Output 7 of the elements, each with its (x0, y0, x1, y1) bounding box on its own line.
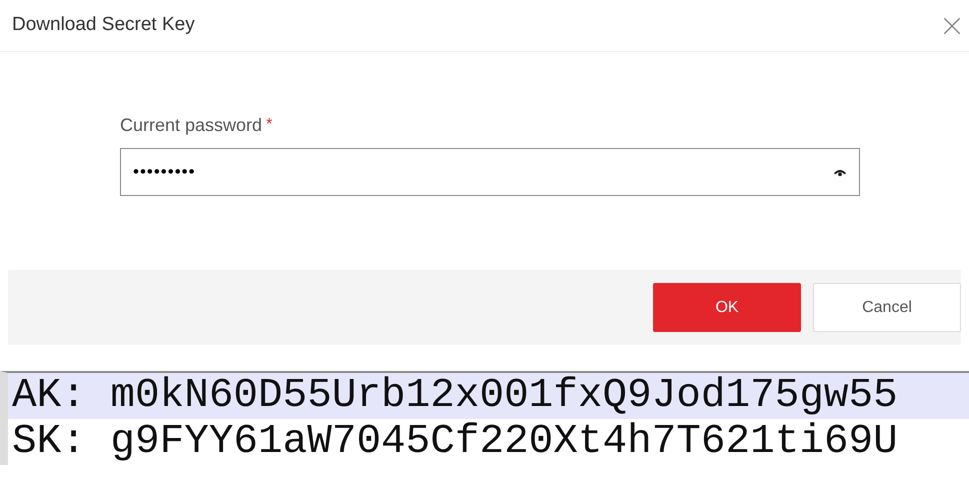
eye-icon[interactable] (833, 168, 847, 176)
field-label: Current password (120, 114, 262, 137)
password-field[interactable]: ••••••••• (120, 148, 860, 196)
dialog-title: Download Secret Key (12, 13, 195, 38)
ok-button[interactable]: OK (653, 283, 801, 332)
required-mark: * (266, 115, 272, 135)
cancel-button[interactable]: Cancel (813, 283, 961, 332)
